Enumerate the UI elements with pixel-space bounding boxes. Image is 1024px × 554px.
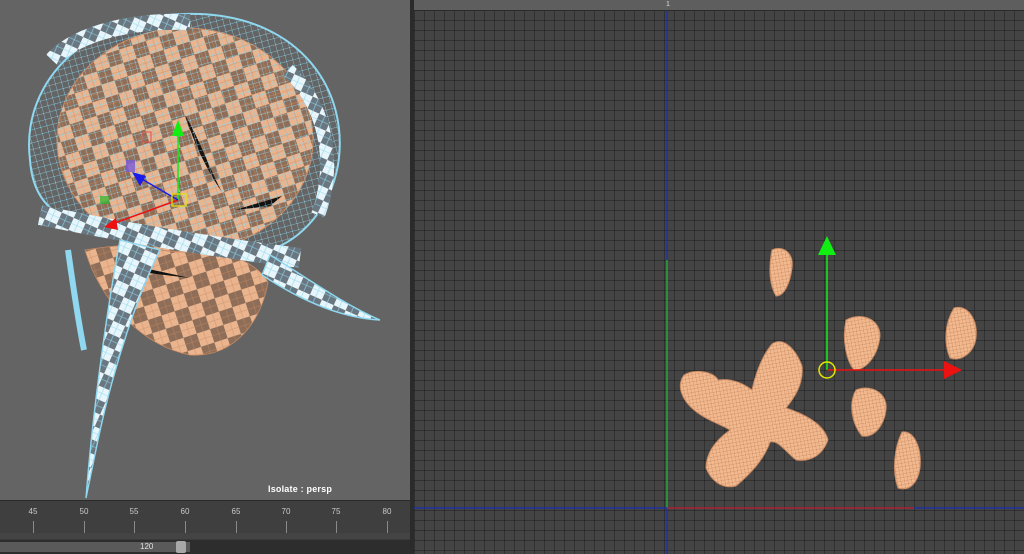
spike-wire <box>261 253 381 321</box>
frame-label: 75 <box>331 507 341 516</box>
uv-shell-a <box>769 247 793 297</box>
major-tick <box>387 521 388 533</box>
isolate-label: Isolate : persp <box>268 484 333 494</box>
range-handle[interactable] <box>176 541 186 553</box>
frame-label: 55 <box>129 507 139 516</box>
uv-shell-c <box>945 306 977 360</box>
time-slider[interactable]: 45 50 55 60 65 70 75 80 <box>0 500 410 539</box>
major-tick <box>185 521 186 533</box>
frame-label: 70 <box>281 507 291 516</box>
frame-label: 65 <box>231 507 241 516</box>
frame-label: 45 <box>28 507 38 516</box>
uv-shell-large <box>679 341 829 488</box>
major-tick <box>236 521 237 533</box>
uv-top-marker: 1 <box>666 1 670 8</box>
head-mesh-render <box>28 12 381 499</box>
uv-shell-e <box>894 431 921 490</box>
uv-move-manipulator <box>818 236 962 379</box>
major-tick <box>336 521 337 533</box>
major-tick <box>84 521 85 533</box>
perspective-viewport[interactable]: Isolate : persp <box>0 0 410 500</box>
uv-shell-d <box>851 387 887 437</box>
uv-canvas <box>414 10 1024 554</box>
major-tick <box>286 521 287 533</box>
uv-shell-b <box>843 316 881 371</box>
frame-label: 50 <box>79 507 89 516</box>
range-end-value: 120 <box>140 542 154 551</box>
major-tick <box>134 521 135 533</box>
range-slider-bar[interactable]: 120 <box>0 540 410 554</box>
uv-editor-toolbar: 1 <box>414 0 1024 11</box>
major-tick <box>33 521 34 533</box>
range-slider[interactable] <box>0 542 190 552</box>
time-ruler[interactable]: 45 50 55 60 65 70 75 80 <box>0 501 410 533</box>
frame-label: 80 <box>382 507 392 516</box>
frame-label: 60 <box>180 507 190 516</box>
uv-editor-viewport[interactable]: 1 <box>414 0 1024 554</box>
